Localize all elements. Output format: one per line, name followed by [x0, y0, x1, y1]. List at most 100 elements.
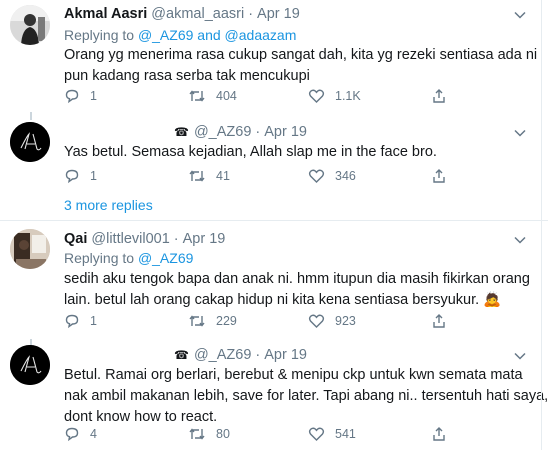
share-icon: [433, 89, 445, 103]
like-button[interactable]: 923: [308, 311, 356, 331]
reply-icon: [65, 427, 79, 442]
retweet-count: 80: [216, 427, 230, 441]
retweet-icon: [189, 315, 205, 327]
retweet-button[interactable]: 41: [188, 166, 230, 186]
tweet-az69-reply[interactable]: ☎ @_AZ69 · Apr 19 Betul. Ramai org berla…: [0, 341, 548, 450]
tweet-text: Orang yg menerima rasa cukup sangat dah,…: [64, 45, 538, 87]
chevron-down-icon[interactable]: [513, 233, 527, 247]
tweet-header: ☎ @_AZ69 · Apr 19: [174, 124, 307, 140]
like-count: 541: [335, 427, 356, 441]
tweet-qai[interactable]: Qai @littlevil001 · Apr 19 Replying to @…: [0, 221, 548, 339]
like-icon: [308, 89, 325, 103]
like-icon: [308, 169, 325, 183]
user-handle[interactable]: @_AZ69: [194, 124, 251, 140]
tweet-text-line: lain. betul lah orang cakap hidup ni kit…: [64, 292, 502, 308]
column-border: [541, 0, 542, 450]
share-button[interactable]: [431, 86, 457, 106]
reply-button[interactable]: 1: [64, 311, 97, 331]
like-icon: [308, 427, 325, 441]
replying-to: Replying to @_AZ69: [64, 250, 193, 266]
reply-button[interactable]: 1: [64, 86, 97, 106]
retweet-icon: [189, 170, 205, 182]
reply-button[interactable]: 1: [64, 166, 97, 186]
tweet-date[interactable]: Apr 19: [257, 6, 300, 22]
phone-icon: ☎: [174, 125, 189, 139]
reply-count: 1: [90, 314, 97, 328]
share-button[interactable]: [431, 311, 457, 331]
tweet-actions: 1 229 923: [64, 311, 464, 331]
separator-dot: ·: [248, 6, 254, 22]
reply-count: 1: [90, 169, 97, 183]
retweet-button[interactable]: 404: [188, 86, 237, 106]
replying-label: Replying to: [64, 250, 135, 266]
tweet-header: Qai @littlevil001 · Apr 19: [64, 231, 225, 247]
tweet-date[interactable]: Apr 19: [264, 124, 307, 140]
tweet-text-line: Orang yg menerima rasa cukup sangat dah,…: [64, 47, 538, 63]
reply-icon: [65, 169, 79, 184]
avatar[interactable]: [10, 229, 50, 269]
tweet-text: Yas betul. Semasa kejadian, Allah slap m…: [64, 142, 524, 163]
retweet-count: 229: [216, 314, 237, 328]
retweet-count: 404: [216, 89, 237, 103]
tweet-actions: 1 41 346: [64, 166, 464, 186]
share-button[interactable]: [431, 424, 457, 444]
tweet-text-line: sedih aku tengok bapa dan anak ni. hmm i…: [64, 271, 530, 287]
like-count: 346: [335, 169, 356, 183]
more-replies-link[interactable]: 3 more replies: [64, 197, 153, 213]
avatar[interactable]: [10, 122, 50, 162]
tweet-text: sedih aku tengok bapa dan anak ni. hmm i…: [64, 269, 530, 311]
like-icon: [308, 314, 325, 328]
user-handle[interactable]: @_AZ69: [194, 347, 251, 363]
avatar[interactable]: [10, 5, 50, 45]
chevron-down-icon[interactable]: [513, 126, 527, 140]
retweet-icon: [189, 428, 205, 440]
reply-count: 1: [90, 89, 97, 103]
chevron-down-icon[interactable]: [513, 8, 527, 22]
share-icon: [433, 427, 445, 441]
retweet-icon: [189, 90, 205, 102]
tweet-actions: 4 80 541: [64, 424, 464, 444]
tweet-akmal[interactable]: Akmal Aasri @akmal_aasri · Apr 19 Replyi…: [0, 0, 548, 112]
tweet-text-line: nak ambil makanan lebih, save for later.…: [64, 388, 548, 404]
like-button[interactable]: 1.1K: [308, 86, 361, 106]
retweet-count: 41: [216, 169, 230, 183]
reply-icon: [65, 314, 79, 329]
tweet-text-line: pun kadang rasa serba tak mencukupi: [64, 68, 310, 84]
mention-link[interactable]: @_AZ69: [138, 250, 193, 266]
mention-conjunction: and: [197, 27, 221, 43]
user-handle[interactable]: @littlevil001: [91, 231, 169, 247]
separator-dot: ·: [173, 231, 179, 247]
like-count: 1.1K: [335, 89, 361, 103]
chevron-down-icon[interactable]: [513, 349, 527, 363]
tweet-text: Betul. Ramai org berlari, berebut & meni…: [64, 365, 548, 428]
separator-dot: ·: [255, 124, 261, 140]
tweet-text-line: Yas betul. Semasa kejadian, Allah slap m…: [64, 144, 437, 160]
display-name[interactable]: Akmal Aasri: [64, 6, 147, 22]
replying-to: Replying to @_AZ69 and @adaazam: [64, 27, 296, 43]
tweet-date[interactable]: Apr 19: [264, 347, 307, 363]
tweet-text-line: Betul. Ramai org berlari, berebut & meni…: [64, 367, 523, 383]
reply-button[interactable]: 4: [64, 424, 97, 444]
tweet-actions: 1 404 1.1K: [64, 86, 464, 106]
retweet-button[interactable]: 80: [188, 424, 230, 444]
tweet-az69-reply[interactable]: ☎ @_AZ69 · Apr 19 Yas betul. Semasa keja…: [0, 118, 548, 190]
retweet-button[interactable]: 229: [188, 311, 237, 331]
reply-thread: Akmal Aasri @akmal_aasri · Apr 19 Replyi…: [0, 0, 548, 450]
mention-link[interactable]: @adaazam: [225, 27, 297, 43]
user-handle[interactable]: @akmal_aasri: [151, 6, 244, 22]
reply-icon: [65, 89, 79, 104]
tweet-header: ☎ @_AZ69 · Apr 19: [174, 347, 307, 363]
share-icon: [433, 314, 445, 328]
tweet-date[interactable]: Apr 19: [183, 231, 226, 247]
mention-link[interactable]: @_AZ69: [138, 27, 193, 43]
like-button[interactable]: 346: [308, 166, 356, 186]
replying-label: Replying to: [64, 27, 135, 43]
display-name[interactable]: Qai: [64, 231, 87, 247]
like-button[interactable]: 541: [308, 424, 356, 444]
reply-count: 4: [90, 427, 97, 441]
phone-icon: ☎: [174, 348, 189, 362]
avatar[interactable]: [10, 345, 50, 385]
like-count: 923: [335, 314, 356, 328]
share-button[interactable]: [431, 166, 457, 186]
share-icon: [433, 169, 445, 183]
